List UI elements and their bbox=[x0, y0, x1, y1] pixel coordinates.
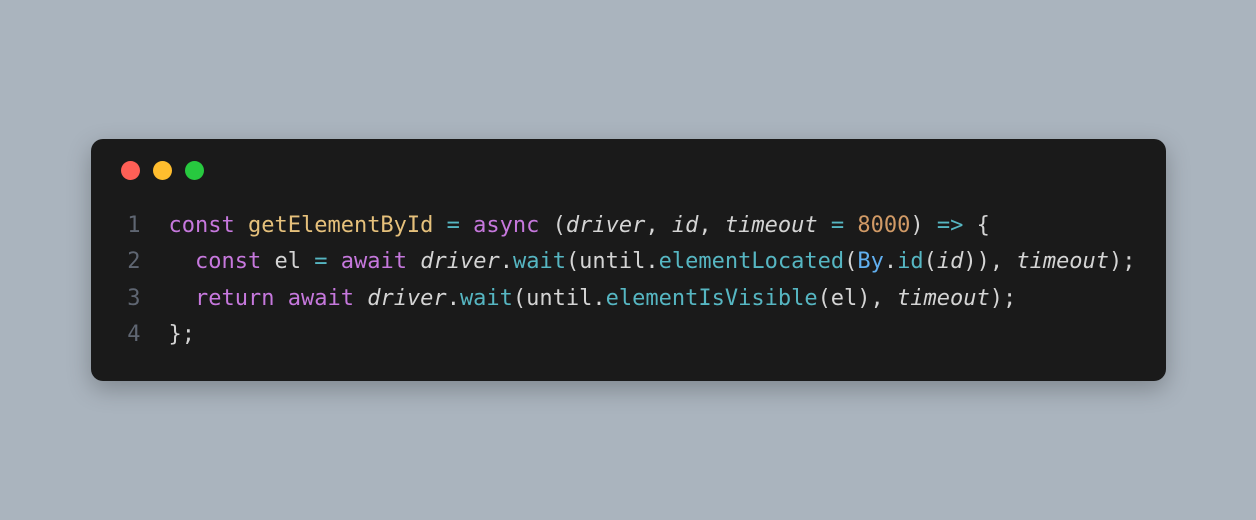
code-line: 2 const el = await driver.wait(until.ele… bbox=[119, 244, 1138, 280]
line-number: 1 bbox=[119, 208, 141, 244]
code-line: 4}; bbox=[119, 317, 1138, 353]
maximize-icon[interactable] bbox=[185, 161, 204, 180]
code-content: }; bbox=[169, 317, 1138, 353]
line-number: 4 bbox=[119, 317, 141, 353]
code-line: 1 const getElementById = async (driver, i… bbox=[119, 208, 1138, 244]
code-content: return await driver.wait(until.elementIs… bbox=[169, 281, 1138, 317]
code-block: 1 const getElementById = async (driver, i… bbox=[119, 208, 1138, 353]
code-window: 1 const getElementById = async (driver, i… bbox=[91, 139, 1166, 381]
close-icon[interactable] bbox=[121, 161, 140, 180]
minimize-icon[interactable] bbox=[153, 161, 172, 180]
window-controls bbox=[119, 161, 1138, 180]
code-content: const getElementById = async (driver, id… bbox=[169, 208, 1138, 244]
line-number: 2 bbox=[119, 244, 141, 280]
code-content: const el = await driver.wait(until.eleme… bbox=[169, 244, 1138, 280]
line-number: 3 bbox=[119, 281, 141, 317]
code-line: 3 return await driver.wait(until.element… bbox=[119, 281, 1138, 317]
